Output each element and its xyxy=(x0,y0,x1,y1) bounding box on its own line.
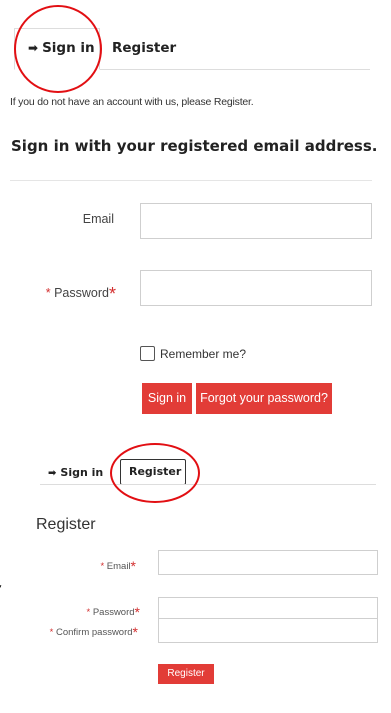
reg-email-label: * Email* xyxy=(70,558,136,574)
signin-button[interactable]: Sign in xyxy=(142,383,192,414)
password-label-text: Password xyxy=(54,286,109,300)
remember-label: Remember me? xyxy=(160,347,247,361)
reg-password-label: * Password* xyxy=(60,604,140,620)
tabs-divider xyxy=(100,69,370,70)
required-marker: * xyxy=(86,607,91,618)
required-star: * xyxy=(132,624,138,640)
required-star: * xyxy=(134,604,140,620)
required-marker: * xyxy=(45,286,51,300)
password-label: * Password* xyxy=(40,284,116,305)
reg-confirm-label-text: Confirm password xyxy=(55,627,133,638)
annotation-circle-register xyxy=(110,443,200,503)
tab-signin-bottom-label: Sign in xyxy=(60,466,104,479)
annotation-circle-signin xyxy=(14,5,102,93)
register-heading: Register xyxy=(36,516,96,533)
sign-in-icon: ➡ xyxy=(48,468,57,479)
remember-checkbox[interactable] xyxy=(140,346,155,361)
forgot-password-button[interactable]: Forgot your password? xyxy=(196,383,332,414)
heading-divider xyxy=(10,180,372,181)
required-marker: * xyxy=(49,627,54,638)
reg-email-field[interactable] xyxy=(158,550,378,575)
required-star: * xyxy=(130,558,136,574)
reg-confirm-field[interactable] xyxy=(158,618,378,643)
tab-signin-bottom[interactable]: ➡ Sign in xyxy=(48,466,103,479)
reg-email-label-text: Email xyxy=(106,561,131,572)
reg-confirm-label: * Confirm password* xyxy=(30,624,138,640)
tabs-divider-bottom xyxy=(40,484,376,485)
email-label: Email xyxy=(82,212,114,226)
reg-password-label-text: Password xyxy=(92,607,135,618)
email-field[interactable] xyxy=(140,203,372,239)
register-info-text: If you do not have an account with us, p… xyxy=(10,96,254,108)
password-field[interactable] xyxy=(140,270,372,306)
required-star: * xyxy=(108,284,116,304)
tab-register[interactable]: Register xyxy=(112,40,176,56)
required-marker: * xyxy=(100,561,105,572)
register-button[interactable]: Register xyxy=(158,664,214,684)
signin-heading: Sign in with your registered email addre… xyxy=(11,137,378,155)
